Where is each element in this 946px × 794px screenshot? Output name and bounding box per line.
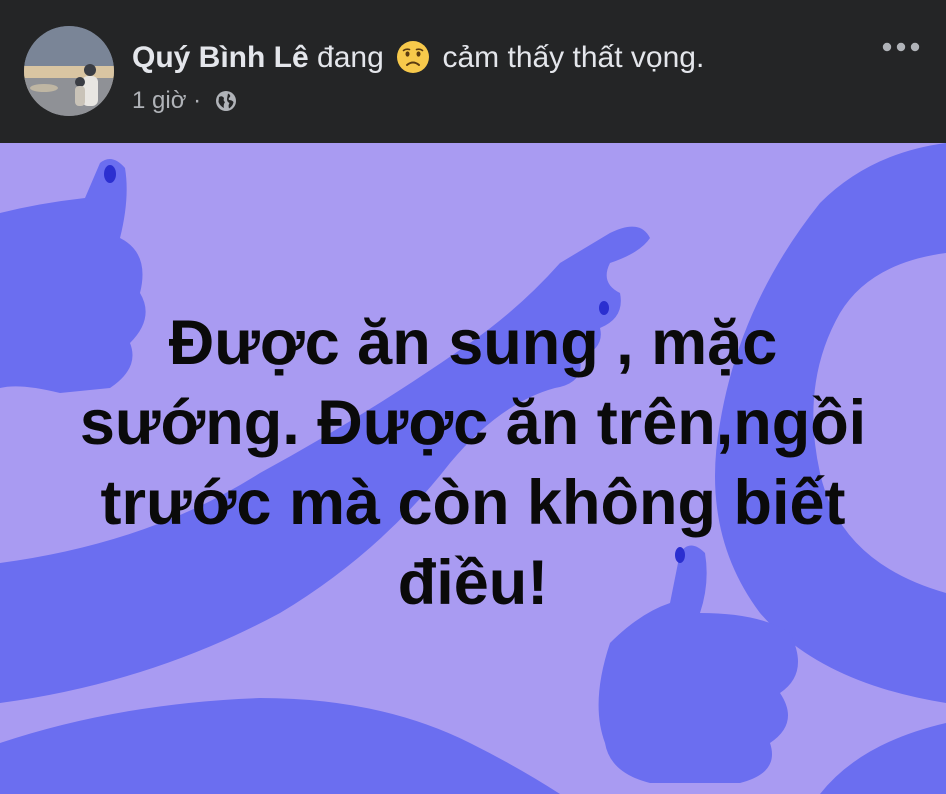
more-dots-icon [882,42,920,52]
post-time[interactable]: 1 giờ [132,87,186,114]
author-name[interactable]: Quý Bình Lê [132,41,309,74]
avatar[interactable] [24,26,114,116]
feeling-prefix: đang [317,41,384,74]
meta-separator: · [193,87,202,114]
globe-icon[interactable] [214,89,238,113]
author-line: Quý Bình Lê đang cảm thấy thất vọng. [132,38,704,78]
status-text: Được ăn sung , mặc sướng. Được ăn trên,n… [79,308,867,618]
post-meta: 1 giờ · [132,84,238,118]
status-background: Được ăn sung , mặc sướng. Được ăn trên,n… [0,143,946,794]
feeling-text[interactable]: cảm thấy thất vọng. [442,41,704,74]
post-header: Quý Bình Lê đang cảm thấy thất vọng. 1 g… [0,0,946,143]
disappointed-face-icon [396,40,430,74]
more-options-button[interactable] [880,32,922,62]
